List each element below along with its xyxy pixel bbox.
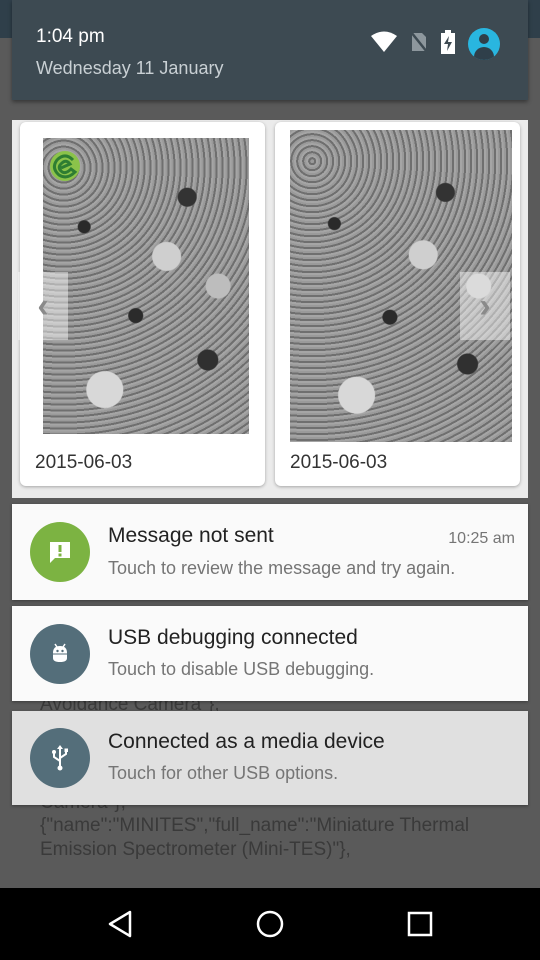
mars-photo (43, 138, 249, 434)
photo-date: 2015-06-03 (290, 452, 388, 473)
notification-text: Touch for other USB options. (108, 763, 339, 783)
back-icon[interactable] (100, 904, 140, 944)
notification-title: Message not sent (108, 524, 274, 547)
notification-title: USB debugging connected (108, 626, 358, 649)
clock: 1:04 pm (36, 26, 105, 47)
recents-icon[interactable] (400, 904, 440, 944)
notification-usb-media-device[interactable]: Connected as a media device Touch for ot… (12, 711, 528, 805)
notification-title: Connected as a media device (108, 730, 385, 753)
date: Wednesday 11 January (36, 58, 224, 78)
chevron-right-icon[interactable]: › (460, 272, 510, 340)
no-sim-icon (410, 30, 428, 58)
app-logo-icon (50, 151, 80, 181)
alert-message-icon (30, 522, 90, 582)
wifi-icon (370, 31, 398, 58)
chevron-left-icon[interactable]: ‹ (18, 272, 68, 340)
battery-charging-icon (440, 29, 456, 59)
image-carousel-notification[interactable]: 2015-06-03 2015-06-03 ‹ › (12, 120, 528, 498)
notification-time: 10:25 am (448, 530, 515, 547)
background-text-line: Emission Spectrometer (Mini-TES)"}, (40, 839, 351, 860)
account-icon[interactable] (468, 28, 500, 60)
navigation-bar (0, 888, 540, 960)
photo-date: 2015-06-03 (35, 452, 133, 473)
home-icon[interactable] (250, 904, 290, 944)
notification-shade-header: 1:04 pm Wednesday 11 January (12, 0, 528, 100)
usb-icon (30, 728, 90, 788)
background-text-line: {"name":"MINITES","full_name":"Miniature… (40, 815, 470, 836)
status-icons (358, 28, 500, 60)
notification-text: Touch to disable USB debugging. (108, 659, 375, 679)
notification-message-not-sent[interactable]: Message not sent 10:25 am Touch to revie… (12, 504, 528, 600)
android-debug-icon (30, 624, 90, 684)
notification-usb-debugging[interactable]: USB debugging connected Touch to disable… (12, 606, 528, 701)
notification-text: Touch to review the message and try agai… (108, 558, 456, 578)
